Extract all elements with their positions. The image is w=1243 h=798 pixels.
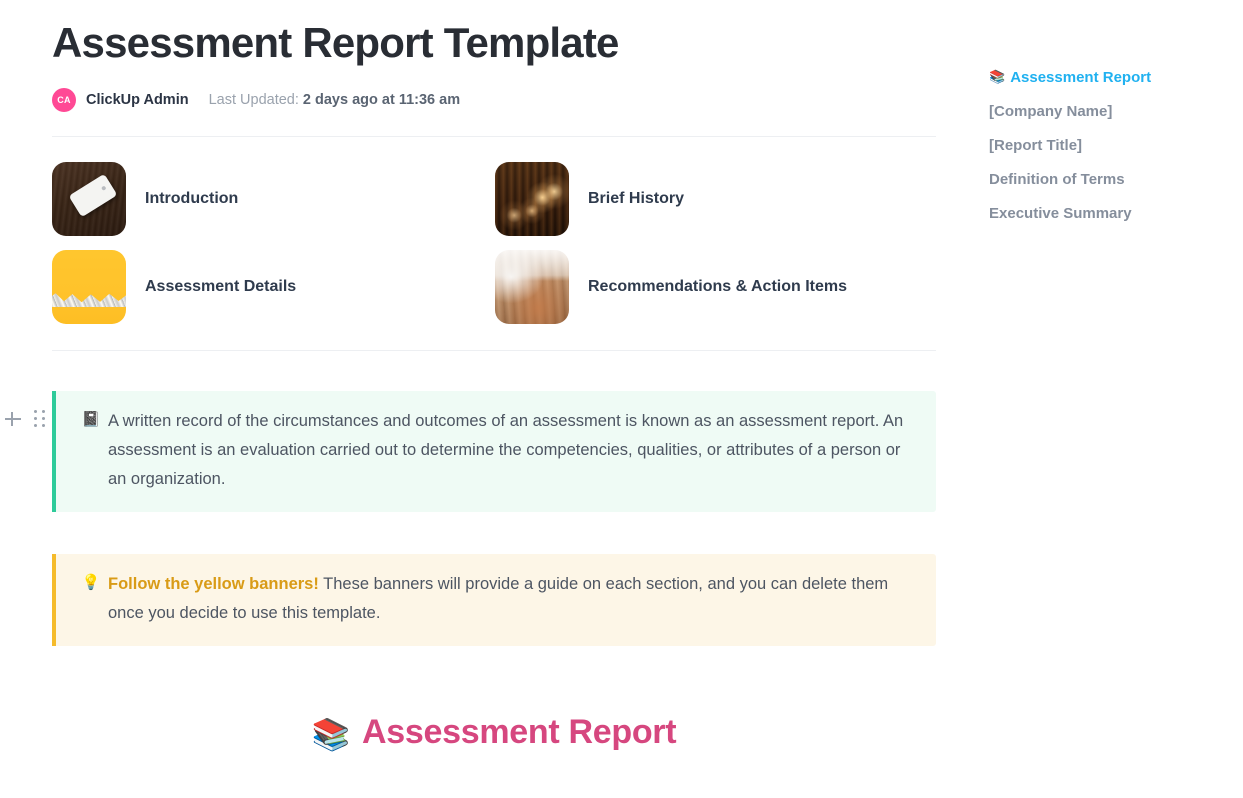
section-card-grid: Introduction Brief History Assessment De…: [52, 162, 936, 324]
wood-tag-photo-icon: [52, 162, 126, 236]
page-title: Assessment Report Template: [52, 0, 936, 70]
section-card-assessment-details[interactable]: Assessment Details: [52, 250, 495, 324]
last-updated: Last Updated: 2 days ago at 11:36 am: [209, 92, 461, 108]
outline-item-assessment-report[interactable]: 📚 Assessment Report: [989, 60, 1229, 95]
report-heading-text: Assessment Report: [362, 713, 676, 751]
last-updated-label: Last Updated:: [209, 92, 299, 108]
report-heading: 📚 Assessment Report: [52, 646, 936, 757]
document-page: Assessment Report Template CA ClickUp Ad…: [0, 0, 1243, 798]
document-outline: 📚 Assessment Report [Company Name] [Repor…: [989, 60, 1229, 231]
section-card-label: Brief History: [588, 190, 684, 208]
drag-handle-icon[interactable]: [34, 410, 46, 428]
section-card-label: Recommendations & Action Items: [588, 278, 847, 296]
definition-callout[interactable]: 📓 A written record of the circumstances …: [52, 391, 936, 512]
block-controls: [0, 406, 52, 432]
tip-callout-lead: Follow the yellow banners!: [108, 575, 319, 593]
notebook-icon: 📓: [80, 409, 102, 494]
yellow-crystal-photo-icon: [52, 250, 126, 324]
books-icon: 📚: [312, 717, 350, 752]
divider-bottom: [52, 350, 936, 351]
definition-callout-text: A written record of the circumstances an…: [108, 407, 914, 494]
outline-item-report-title[interactable]: [Report Title]: [989, 129, 1229, 163]
author-name: ClickUp Admin: [86, 92, 189, 108]
outline-item-definition-of-terms[interactable]: Definition of Terms: [989, 163, 1229, 197]
last-updated-value: 2 days ago at 11:36 am: [303, 92, 460, 108]
divider-top: [52, 136, 936, 137]
outline-item-company-name[interactable]: [Company Name]: [989, 95, 1229, 129]
byline: CA ClickUp Admin Last Updated: 2 days ag…: [52, 87, 936, 113]
section-card-label: Introduction: [145, 190, 238, 208]
avatar[interactable]: CA: [52, 88, 76, 112]
add-block-button[interactable]: [4, 410, 22, 428]
books-icon: 📚: [989, 69, 1005, 84]
document-body: Assessment Report Template CA ClickUp Ad…: [52, 0, 936, 757]
warm-bulbs-photo-icon: [495, 162, 569, 236]
outline-item-executive-summary[interactable]: Executive Summary: [989, 197, 1229, 231]
section-card-introduction[interactable]: Introduction: [52, 162, 495, 236]
section-card-recommendations[interactable]: Recommendations & Action Items: [495, 250, 938, 324]
outline-item-label: Assessment Report: [1010, 69, 1151, 86]
lightbulb-icon: 💡: [80, 572, 102, 628]
section-card-label: Assessment Details: [145, 278, 296, 296]
meeting-room-photo-icon: [495, 250, 569, 324]
tip-callout[interactable]: 💡 Follow the yellow banners! These banne…: [52, 554, 936, 646]
section-card-brief-history[interactable]: Brief History: [495, 162, 938, 236]
tip-callout-text: Follow the yellow banners! These banners…: [108, 570, 914, 628]
